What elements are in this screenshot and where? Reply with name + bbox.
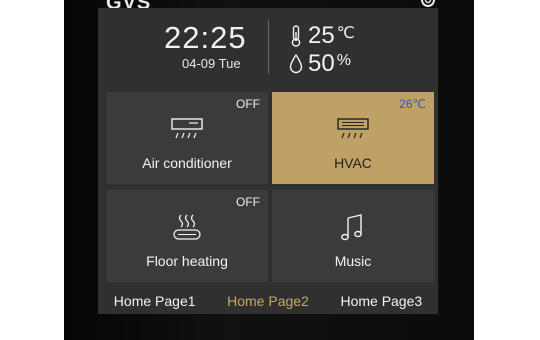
- water-drop-icon: [289, 53, 303, 74]
- status-bar: 22:25 04-09 Tue 25 ℃ 50 %: [98, 8, 438, 88]
- tab-home-page1[interactable]: Home Page1: [98, 293, 211, 309]
- clock-date: 04-09 Tue: [182, 56, 241, 71]
- tile-air-conditioner[interactable]: OFF Air conditioner: [106, 92, 268, 184]
- page-navigation: Home Page1 Home Page2 Home Page3: [98, 288, 438, 314]
- tile-status-off: OFF: [236, 97, 260, 111]
- air-conditioner-icon: [171, 118, 203, 139]
- clock-time: 22:25: [164, 20, 247, 55]
- status-divider: [268, 20, 269, 74]
- floor-heating-icon: [173, 214, 201, 240]
- hvac-icon: [337, 118, 369, 139]
- tile-floor-heating[interactable]: OFF Floor heating: [106, 190, 268, 282]
- temperature-value: 25: [308, 22, 335, 49]
- humidity-unit: %: [336, 52, 351, 69]
- tile-setpoint: 26℃: [399, 97, 426, 111]
- music-note-icon: [341, 214, 362, 241]
- humidity-readout: 50 %: [288, 50, 351, 78]
- tab-home-page2[interactable]: Home Page2: [211, 293, 324, 309]
- tile-label: Floor heating: [146, 253, 228, 269]
- tile-label: Air conditioner: [142, 155, 232, 171]
- device-tiles-grid: OFF Air conditioner 26℃ HVAC OFF Floor h…: [106, 92, 434, 282]
- tile-status-off: OFF: [236, 195, 260, 209]
- control-panel-device: GVS 22:25 04-09 Tue 25 ℃ 50 % OFF Air co…: [64, 0, 474, 340]
- tile-music[interactable]: Music: [272, 190, 434, 282]
- tab-home-page3[interactable]: Home Page3: [325, 293, 438, 309]
- tile-label: HVAC: [334, 155, 372, 171]
- thermometer-icon: [291, 25, 301, 47]
- temperature-unit: ℃: [336, 25, 355, 42]
- touch-screen: 22:25 04-09 Tue 25 ℃ 50 % OFF Air condit…: [98, 8, 438, 314]
- temperature-readout: 25 ℃: [288, 22, 355, 50]
- tile-hvac[interactable]: 26℃ HVAC: [272, 92, 434, 184]
- humidity-value: 50: [308, 50, 335, 77]
- tile-label: Music: [334, 253, 372, 269]
